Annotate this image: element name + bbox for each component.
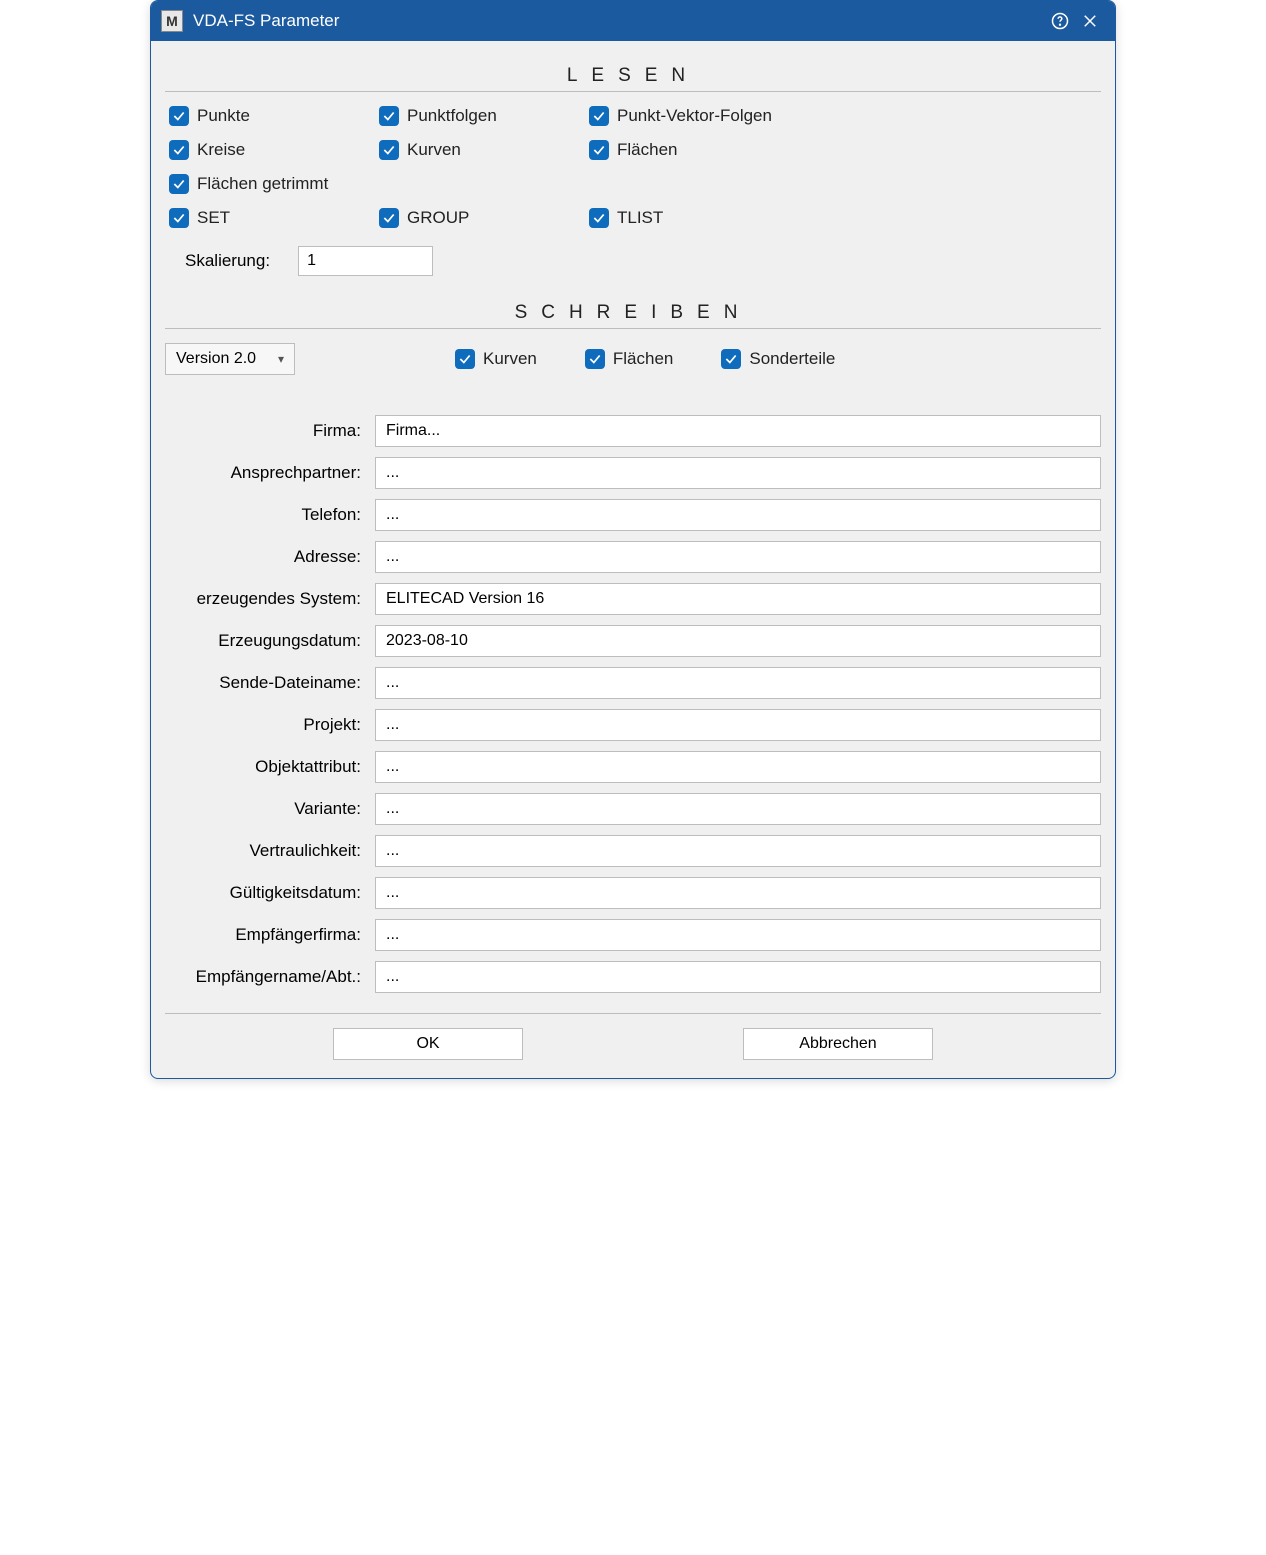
checkbox-group[interactable]: GROUP	[379, 208, 589, 228]
label-variante: Variante:	[165, 799, 365, 819]
window-title: VDA-FS Parameter	[193, 11, 1045, 31]
input-erzeugungsdatum[interactable]	[375, 625, 1101, 657]
checkmark-icon	[169, 174, 189, 194]
checkbox-label: GROUP	[407, 208, 469, 228]
checkmark-icon	[721, 349, 741, 369]
checkmark-icon	[379, 208, 399, 228]
checkmark-icon	[589, 140, 609, 160]
checkbox-kreise[interactable]: Kreise	[169, 140, 379, 160]
dialog-window: M VDA-FS Parameter LESEN Punkte Punktfol…	[150, 0, 1116, 1079]
chevron-down-icon: ▾	[278, 352, 284, 366]
checkbox-write-sonderteile[interactable]: Sonderteile	[721, 349, 835, 369]
checkbox-label: TLIST	[617, 208, 663, 228]
label-gueltigkeitsdatum: Gültigkeitsdatum:	[165, 883, 365, 903]
divider	[165, 328, 1101, 329]
input-projekt[interactable]	[375, 709, 1101, 741]
write-options-row: Version 2.0 ▾ Kurven Flächen Sonderteile	[165, 343, 1101, 375]
cancel-button[interactable]: Abbrechen	[743, 1028, 933, 1060]
label-empfaengerfirma: Empfängerfirma:	[165, 925, 365, 945]
input-empfaengerfirma[interactable]	[375, 919, 1101, 951]
checkbox-punktfolgen[interactable]: Punktfolgen	[379, 106, 589, 126]
write-form: Firma: Ansprechpartner: Telefon: Adresse…	[165, 415, 1101, 993]
input-empfaengername-abt[interactable]	[375, 961, 1101, 993]
checkmark-icon	[379, 106, 399, 126]
checkbox-label: Punkt-Vektor-Folgen	[617, 106, 772, 126]
checkbox-label: SET	[197, 208, 230, 228]
scale-input[interactable]	[298, 246, 433, 276]
checkmark-icon	[585, 349, 605, 369]
read-options-grid: Punkte Punktfolgen Punkt-Vektor-Folgen K…	[169, 106, 1101, 228]
dialog-footer: OK Abbrechen	[165, 1028, 1101, 1060]
version-select[interactable]: Version 2.0 ▾	[165, 343, 295, 375]
checkmark-icon	[455, 349, 475, 369]
checkbox-label: Flächen	[613, 349, 673, 369]
input-gueltigkeitsdatum[interactable]	[375, 877, 1101, 909]
input-objektattribut[interactable]	[375, 751, 1101, 783]
checkbox-set[interactable]: SET	[169, 208, 379, 228]
checkmark-icon	[379, 140, 399, 160]
label-ansprechpartner: Ansprechpartner:	[165, 463, 365, 483]
checkbox-label: Flächen getrimmt	[197, 174, 328, 194]
checkbox-label: Sonderteile	[749, 349, 835, 369]
checkbox-flaechen-getrimmt[interactable]: Flächen getrimmt	[169, 174, 1101, 194]
divider	[165, 91, 1101, 92]
input-sende-dateiname[interactable]	[375, 667, 1101, 699]
checkbox-write-kurven[interactable]: Kurven	[455, 349, 537, 369]
checkbox-kurven[interactable]: Kurven	[379, 140, 589, 160]
titlebar: M VDA-FS Parameter	[151, 1, 1115, 41]
version-selected-label: Version 2.0	[176, 350, 256, 368]
close-icon[interactable]	[1075, 6, 1105, 36]
checkmark-icon	[169, 208, 189, 228]
checkmark-icon	[169, 140, 189, 160]
help-icon[interactable]	[1045, 6, 1075, 36]
label-erzeugendes-system: erzeugendes System:	[165, 589, 365, 609]
checkbox-label: Punktfolgen	[407, 106, 497, 126]
checkmark-icon	[589, 208, 609, 228]
input-variante[interactable]	[375, 793, 1101, 825]
section-title-write: SCHREIBEN	[165, 302, 1101, 324]
ok-button[interactable]: OK	[333, 1028, 523, 1060]
checkbox-punkte[interactable]: Punkte	[169, 106, 379, 126]
input-adresse[interactable]	[375, 541, 1101, 573]
scale-row: Skalierung:	[185, 246, 1101, 276]
checkmark-icon	[589, 106, 609, 126]
scale-label: Skalierung:	[185, 251, 270, 271]
checkbox-flaechen[interactable]: Flächen	[589, 140, 1101, 160]
divider	[165, 1013, 1101, 1014]
label-objektattribut: Objektattribut:	[165, 757, 365, 777]
input-vertraulichkeit[interactable]	[375, 835, 1101, 867]
label-vertraulichkeit: Vertraulichkeit:	[165, 841, 365, 861]
input-ansprechpartner[interactable]	[375, 457, 1101, 489]
checkbox-label: Kurven	[483, 349, 537, 369]
label-telefon: Telefon:	[165, 505, 365, 525]
label-empfaengername-abt: Empfängername/Abt.:	[165, 967, 365, 987]
write-checks: Kurven Flächen Sonderteile	[455, 349, 835, 369]
app-icon: M	[161, 10, 183, 32]
label-erzeugungsdatum: Erzeugungsdatum:	[165, 631, 365, 651]
input-telefon[interactable]	[375, 499, 1101, 531]
label-adresse: Adresse:	[165, 547, 365, 567]
section-title-read: LESEN	[165, 65, 1101, 87]
label-sende-dateiname: Sende-Dateiname:	[165, 673, 365, 693]
dialog-content: LESEN Punkte Punktfolgen Punkt-Vektor-Fo…	[151, 41, 1115, 1078]
checkbox-label: Flächen	[617, 140, 677, 160]
checkbox-label: Kreise	[197, 140, 245, 160]
checkbox-write-flaechen[interactable]: Flächen	[585, 349, 673, 369]
label-firma: Firma:	[165, 421, 365, 441]
checkbox-label: Punkte	[197, 106, 250, 126]
label-projekt: Projekt:	[165, 715, 365, 735]
checkbox-label: Kurven	[407, 140, 461, 160]
checkbox-tlist[interactable]: TLIST	[589, 208, 1101, 228]
input-firma[interactable]	[375, 415, 1101, 447]
input-erzeugendes-system[interactable]	[375, 583, 1101, 615]
checkbox-punkt-vektor-folgen[interactable]: Punkt-Vektor-Folgen	[589, 106, 1101, 126]
checkmark-icon	[169, 106, 189, 126]
